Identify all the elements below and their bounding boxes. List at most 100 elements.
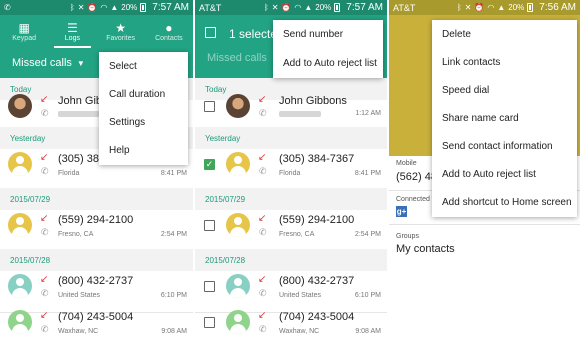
status-bar: ✆ ᛒ ✕ ⏰ ◠ ▲ 20% 7:57 AM <box>0 0 193 15</box>
call-log-row-selected[interactable]: ✓ ↙ ✆ (305) 384-7367 Florida 8:41 PM <box>195 144 387 191</box>
groups-value[interactable]: My contacts <box>396 243 455 255</box>
menu-item-link-contacts[interactable]: Link contacts <box>432 48 577 76</box>
avatar <box>8 274 32 298</box>
caller-location: Waxhaw, NC <box>279 328 320 335</box>
tab-contacts[interactable]: ● Contacts <box>145 15 193 48</box>
menu-item-send-contact-info[interactable]: Send contact information <box>432 132 577 160</box>
call-log-row[interactable]: ↙ ✆ (704) 243-5004 Waxhaw, NC 9:08 AM <box>195 302 387 343</box>
missed-call-icon: ↙ <box>40 152 49 163</box>
caller-number: (800) 432-2737 <box>58 275 134 287</box>
avatar <box>226 310 250 334</box>
menu-item-select[interactable]: Select <box>99 52 188 80</box>
caller-location: United States <box>279 292 322 299</box>
tab-favorites[interactable]: ★ Favorites <box>97 15 145 48</box>
missed-call-icon: ↙ <box>40 274 49 285</box>
caller-number: (800) 432-2737 <box>279 275 355 287</box>
menu-item-add-shortcut[interactable]: Add shortcut to Home screen <box>432 188 577 217</box>
call-time: 8:41 PM <box>354 170 381 177</box>
menu-item-add-to-auto-reject[interactable]: Add to Auto reject list <box>273 49 383 78</box>
divider <box>389 224 580 225</box>
menu-item-speed-dial[interactable]: Speed dial <box>432 76 577 104</box>
caller-number: (305) 384-7367 <box>279 153 355 165</box>
menu-item-settings[interactable]: Settings <box>99 108 188 136</box>
row-checkbox[interactable] <box>204 101 215 112</box>
call-log-row[interactable]: ↙ ✆ (704) 243-5004 Waxhaw, NC 9:08 AM <box>0 302 193 343</box>
carrier-label: AT&T <box>393 2 416 13</box>
connected-via-label: Connected vi <box>396 196 437 203</box>
status-bar: AT&T ᛒ ✕ ⏰ ◠ ▲ 20% 7:57 AM <box>195 0 387 15</box>
missed-call-icon: ↙ <box>258 274 267 285</box>
missed-call-icon: ↙ <box>258 213 267 224</box>
caller-location: Florida <box>279 170 301 177</box>
avatar <box>8 213 32 237</box>
filter-label: Missed calls <box>12 57 72 69</box>
caller-number: (704) 243-5004 <box>279 311 355 323</box>
bluetooth-icon: ᛒ <box>456 2 462 12</box>
mute-icon: ✕ <box>464 2 472 12</box>
menu-item-share-name-card[interactable]: Share name card <box>432 104 577 132</box>
call-log-row[interactable]: ↙ ✆ (559) 294-2100 Fresno, CA 2:54 PM <box>195 205 387 252</box>
caller-location: Florida <box>58 170 80 177</box>
call-time: 1:12 AM <box>355 110 381 117</box>
avatar <box>8 310 32 334</box>
menu-item-delete[interactable]: Delete <box>432 20 577 48</box>
screenshot-collage: ✆ ᛒ ✕ ⏰ ◠ ▲ 20% 7:57 AM ▦ Keypad ☰ Logs ★ F… <box>0 0 580 343</box>
mute-icon: ✕ <box>77 2 85 12</box>
row-checkbox-checked[interactable]: ✓ <box>204 159 215 170</box>
call-log-row[interactable]: ↙ ✆ (559) 294-2100 Fresno, CA 2:54 PM <box>0 205 193 252</box>
avatar <box>226 152 250 176</box>
call-time: 8:41 PM <box>160 170 187 177</box>
phone-icon: ✆ <box>259 166 267 176</box>
menu-item-add-to-auto-reject[interactable]: Add to Auto reject list <box>432 160 577 188</box>
row-checkbox[interactable] <box>204 220 215 231</box>
call-time: 2:54 PM <box>160 231 187 238</box>
wifi-icon: ◠ <box>487 2 495 12</box>
missed-call-icon: ↙ <box>40 310 49 321</box>
logs-screen-selection-mode: AT&T ᛒ ✕ ⏰ ◠ ▲ 20% 7:57 AM 1 selecte Mis… <box>195 0 387 343</box>
selection-menu: Send number Add to Auto reject list <box>273 20 383 78</box>
caller-location: Fresno, CA <box>279 231 315 238</box>
caller-number: (559) 294-2100 <box>58 214 134 226</box>
signal-icon: ▲ <box>304 2 313 12</box>
blurred-number <box>58 111 100 117</box>
google-plus-icon[interactable]: g+ <box>396 206 407 217</box>
tab-keypad[interactable]: ▦ Keypad <box>0 15 48 48</box>
tab-logs[interactable]: ☰ Logs <box>48 15 96 48</box>
missed-call-icon: ↙ <box>258 152 267 163</box>
mobile-label: Mobile <box>396 160 417 167</box>
avatar <box>8 152 32 176</box>
phone-icon: ✆ <box>259 108 267 118</box>
contact-options-menu: Delete Link contacts Speed dial Share na… <box>432 20 577 217</box>
battery-icon <box>527 3 534 12</box>
selected-count: 1 selecte <box>229 27 278 41</box>
caller-location: Fresno, CA <box>58 231 94 238</box>
keypad-icon: ▦ <box>18 20 30 35</box>
chevron-down-icon: ▼ <box>76 58 85 68</box>
bluetooth-icon: ᛒ <box>69 2 75 12</box>
menu-item-send-number[interactable]: Send number <box>273 20 383 49</box>
avatar <box>226 94 250 118</box>
menu-item-call-duration[interactable]: Call duration <box>99 80 188 108</box>
alarm-icon: ⏰ <box>281 2 292 12</box>
logs-screen-menu-open: ✆ ᛒ ✕ ⏰ ◠ ▲ 20% 7:57 AM ▦ Keypad ☰ Logs ★ F… <box>0 0 193 343</box>
status-time: 7:57 AM <box>346 2 383 13</box>
signal-icon: ▲ <box>497 2 506 12</box>
menu-item-help[interactable]: Help <box>99 136 188 165</box>
call-time: 6:10 PM <box>160 292 187 299</box>
row-checkbox[interactable] <box>204 281 215 292</box>
caller-name: John Gib <box>58 95 103 107</box>
missed-call-icon: ↙ <box>40 213 49 224</box>
filter-label-dimmed: Missed calls <box>207 52 267 64</box>
avatar <box>226 213 250 237</box>
row-checkbox[interactable] <box>204 317 215 328</box>
call-log-row[interactable]: ↙ ✆ John Gibbons 1:12 AM <box>195 86 387 133</box>
blurred-number <box>279 111 321 117</box>
phone-tabs: ▦ Keypad ☰ Logs ★ Favorites ● Contacts <box>0 15 193 48</box>
select-all-checkbox[interactable] <box>205 27 216 38</box>
contact-detail-screen: AT&T ᛒ ✕ ⏰ ◠ ▲ 20% 7:56 AM Mobile (562) … <box>389 0 580 343</box>
carrier-label: AT&T <box>199 2 222 13</box>
caller-name: John Gibbons <box>279 95 347 107</box>
wifi-icon: ◠ <box>294 2 302 12</box>
call-time: 9:08 AM <box>355 328 381 335</box>
phone-icon: ✆ <box>259 288 267 298</box>
